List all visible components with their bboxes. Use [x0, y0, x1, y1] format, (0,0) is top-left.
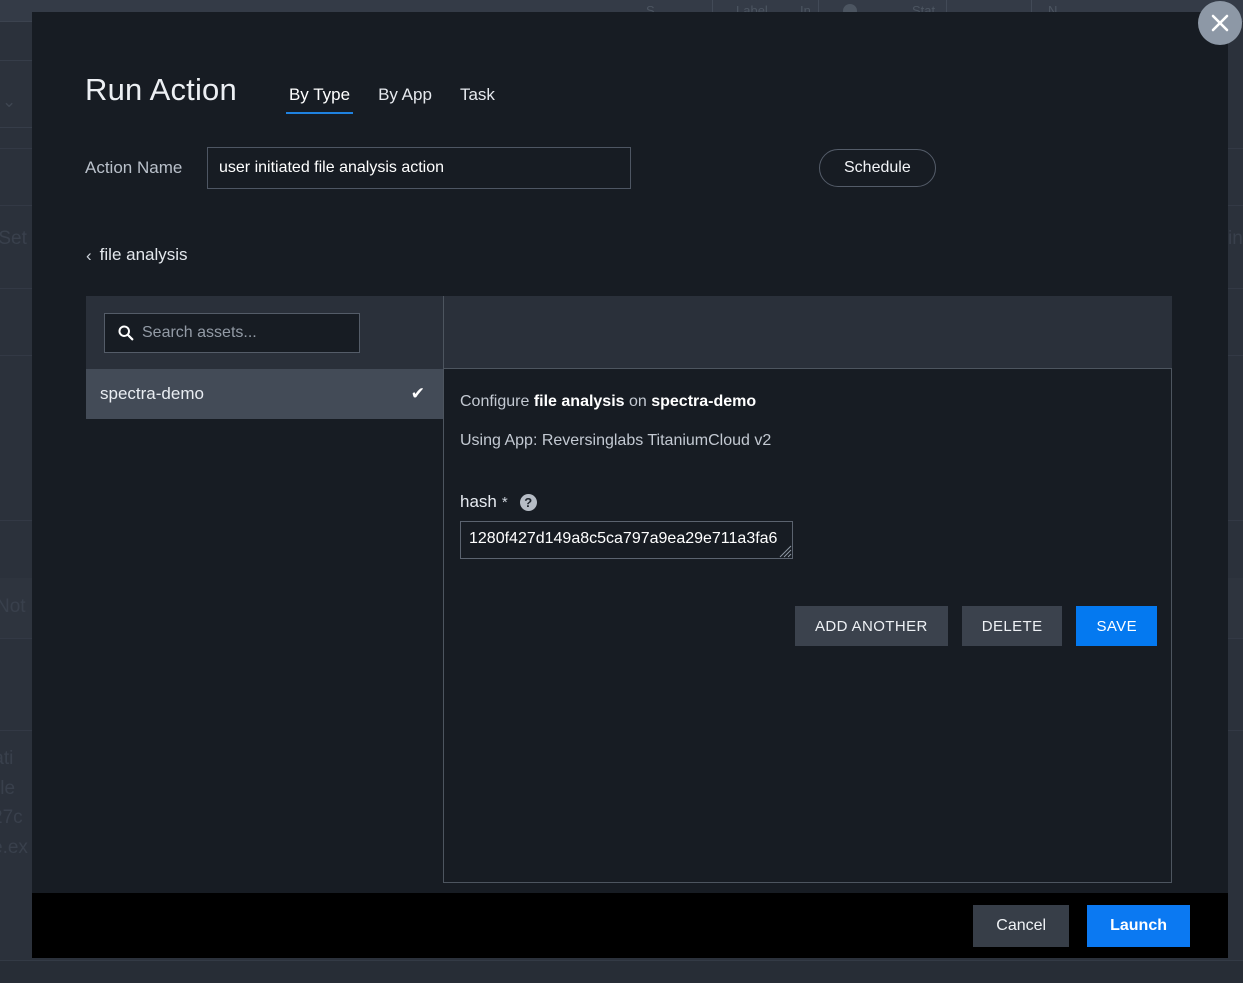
- configure-prefix: Configure: [460, 393, 534, 410]
- chevron-left-icon: ‹: [86, 245, 92, 265]
- configure-middle: on: [624, 393, 652, 410]
- action-name-row: Action Name Schedule: [85, 147, 1175, 189]
- background-status-bar: [0, 960, 1243, 983]
- search-input[interactable]: [142, 313, 359, 352]
- background-text: in: [1228, 228, 1243, 249]
- breadcrumb-label: file analysis: [99, 245, 188, 264]
- action-name-label: Action Name: [85, 158, 183, 177]
- asset-label: spectra-demo: [100, 384, 204, 403]
- hash-field-label: hash * ?: [460, 492, 537, 512]
- help-icon[interactable]: ?: [519, 493, 537, 511]
- tab-bar: By Type By App Task: [285, 85, 523, 114]
- search-box[interactable]: [104, 312, 360, 353]
- cancel-button[interactable]: Cancel: [973, 904, 1070, 947]
- hash-input-wrapper: 1280f427d149a8c5ca797a9ea29e711a3fa6b5af: [460, 521, 793, 559]
- configure-app-line: Using App: Reversinglabs TitaniumCloud v…: [460, 432, 772, 449]
- background-text: tati: [0, 748, 14, 769]
- configure-body: Configure file analysis on spectra-demo …: [444, 369, 1172, 883]
- configure-asset-name: spectra-demo: [651, 393, 757, 410]
- configure-actions: ADD ANOTHER DELETE SAVE: [794, 606, 1157, 646]
- modal-header: Run Action By Type By App Task: [85, 72, 523, 114]
- tab-by-type[interactable]: By Type: [285, 85, 354, 114]
- asset-search-band: [86, 296, 443, 369]
- configure-action-name: file analysis: [533, 393, 625, 410]
- delete-button[interactable]: DELETE: [961, 606, 1063, 646]
- modal-footer: Cancel Launch: [32, 893, 1228, 958]
- run-action-modal: Run Action By Type By App Task Action Na…: [32, 12, 1228, 958]
- close-button[interactable]: [1198, 1, 1242, 45]
- asset-list-item-spectra-demo[interactable]: spectra-demo ✔: [86, 369, 443, 419]
- configure-pane: Configure file analysis on spectra-demo …: [444, 296, 1172, 883]
- hash-input[interactable]: 1280f427d149a8c5ca797a9ea29e711a3fa6b5af: [461, 522, 792, 558]
- background-text: ile: [0, 778, 16, 799]
- schedule-button[interactable]: Schedule: [819, 149, 936, 187]
- required-marker: *: [501, 493, 508, 511]
- hash-label-text: hash: [460, 492, 497, 511]
- action-name-input[interactable]: [207, 147, 631, 189]
- close-icon: [1211, 14, 1229, 32]
- tab-task[interactable]: Task: [460, 85, 495, 114]
- breadcrumb[interactable]: ‹ file analysis: [86, 245, 188, 265]
- page-title: Run Action: [85, 72, 237, 107]
- save-button[interactable]: SAVE: [1076, 606, 1157, 646]
- asset-configure-panes: spectra-demo ✔ Configure file analysis o…: [86, 296, 1172, 883]
- modal-body: Run Action By Type By App Task Action Na…: [32, 12, 1228, 893]
- background-text: 27c: [0, 807, 23, 828]
- asset-list: spectra-demo ✔: [86, 369, 443, 883]
- tab-by-app[interactable]: By App: [378, 85, 432, 114]
- search-icon: [117, 324, 134, 341]
- background-text: e.ex: [0, 837, 28, 858]
- configure-header-band: [444, 296, 1172, 369]
- launch-button[interactable]: Launch: [1087, 904, 1190, 947]
- asset-pane: spectra-demo ✔: [86, 296, 444, 883]
- background-text: -Set: [0, 228, 27, 249]
- background-text: Not: [0, 596, 26, 617]
- add-another-button[interactable]: ADD ANOTHER: [794, 606, 948, 646]
- check-icon: ✔: [410, 384, 425, 403]
- configure-summary: Configure file analysis on spectra-demo: [460, 393, 756, 411]
